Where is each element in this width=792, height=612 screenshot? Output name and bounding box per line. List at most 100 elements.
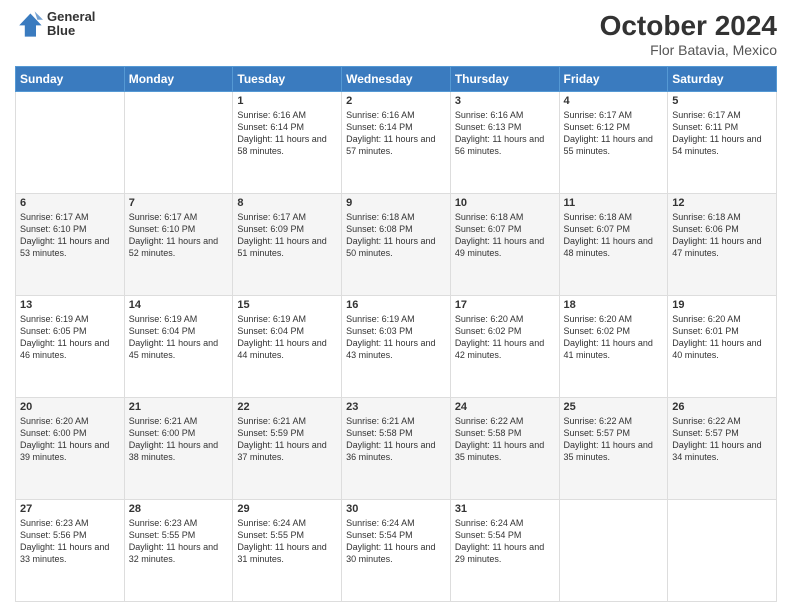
day-number: 31 [455,503,555,515]
calendar-cell: 2 Sunrise: 6:16 AM Sunset: 6:14 PM Daylig… [342,92,451,194]
day-info: Sunrise: 6:21 AM Sunset: 6:00 PM Dayligh… [129,415,229,464]
calendar-cell: 16 Sunrise: 6:19 AM Sunset: 6:03 PM Dayli… [342,296,451,398]
day-info: Sunrise: 6:19 AM Sunset: 6:04 PM Dayligh… [237,313,337,362]
page-container: General Blue October 2024 Flor Batavia, … [0,0,792,612]
calendar-week-row: 13 Sunrise: 6:19 AM Sunset: 6:05 PM Dayli… [16,296,777,398]
calendar-cell: 11 Sunrise: 6:18 AM Sunset: 6:07 PM Dayli… [559,194,668,296]
day-number: 4 [564,95,664,107]
day-number: 13 [20,299,120,311]
calendar-cell: 10Sunrise: 6:18 AM Sunset: 6:07 PM Dayli… [450,194,559,296]
day-number: 16 [346,299,446,311]
day-info: Sunrise: 6:19 AM Sunset: 6:03 PM Dayligh… [346,313,446,362]
day-number: 30 [346,503,446,515]
day-info: Sunrise: 6:16 AM Sunset: 6:14 PM Dayligh… [237,109,337,158]
calendar-cell [559,500,668,602]
day-number: 9 [346,197,446,209]
day-number: 29 [237,503,337,515]
day-info: Sunrise: 6:18 AM Sunset: 6:07 PM Dayligh… [564,211,664,260]
day-number: 25 [564,401,664,413]
day-info: Sunrise: 6:21 AM Sunset: 5:58 PM Dayligh… [346,415,446,464]
calendar-cell: 8 Sunrise: 6:17 AM Sunset: 6:09 PM Daylig… [233,194,342,296]
day-info: Sunrise: 6:16 AM Sunset: 6:13 PM Dayligh… [455,109,555,158]
day-info: Sunrise: 6:20 AM Sunset: 6:02 PM Dayligh… [564,313,664,362]
day-info: Sunrise: 6:18 AM Sunset: 6:06 PM Dayligh… [672,211,772,260]
logo: General Blue [15,10,95,39]
days-of-week-row: SundayMondayTuesdayWednesdayThursdayFrid… [16,67,777,92]
calendar-cell: 1Sunrise: 6:16 AM Sunset: 6:14 PM Daylig… [233,92,342,194]
calendar-cell: 15 Sunrise: 6:19 AM Sunset: 6:04 PM Dayli… [233,296,342,398]
day-number: 14 [129,299,229,311]
calendar-cell [668,500,777,602]
calendar-cell: 22 Sunrise: 6:21 AM Sunset: 5:59 PM Dayli… [233,398,342,500]
day-info: Sunrise: 6:21 AM Sunset: 5:59 PM Dayligh… [237,415,337,464]
calendar-week-row: 27Sunrise: 6:23 AM Sunset: 5:56 PM Dayli… [16,500,777,602]
calendar-body: 1Sunrise: 6:16 AM Sunset: 6:14 PM Daylig… [16,92,777,602]
day-info: Sunrise: 6:19 AM Sunset: 6:05 PM Dayligh… [20,313,120,362]
calendar-table: SundayMondayTuesdayWednesdayThursdayFrid… [15,66,777,602]
calendar-cell: 20 Sunrise: 6:20 AM Sunset: 6:00 PM Dayli… [16,398,125,500]
calendar-cell: 31 Sunrise: 6:24 AM Sunset: 5:54 PM Dayli… [450,500,559,602]
calendar-cell: 4 Sunrise: 6:17 AM Sunset: 6:12 PM Daylig… [559,92,668,194]
calendar-cell: 14 Sunrise: 6:19 AM Sunset: 6:04 PM Dayli… [124,296,233,398]
day-info: Sunrise: 6:22 AM Sunset: 5:57 PM Dayligh… [564,415,664,464]
calendar-cell: 29Sunrise: 6:24 AM Sunset: 5:55 PM Dayli… [233,500,342,602]
day-of-week-header: Saturday [668,67,777,92]
day-info: Sunrise: 6:18 AM Sunset: 6:08 PM Dayligh… [346,211,446,260]
calendar-cell [124,92,233,194]
calendar-cell: 12 Sunrise: 6:18 AM Sunset: 6:06 PM Dayli… [668,194,777,296]
day-info: Sunrise: 6:22 AM Sunset: 5:58 PM Dayligh… [455,415,555,464]
calendar-cell: 13 Sunrise: 6:19 AM Sunset: 6:05 PM Dayli… [16,296,125,398]
title-block: October 2024 Flor Batavia, Mexico [600,10,777,58]
day-info: Sunrise: 6:19 AM Sunset: 6:04 PM Dayligh… [129,313,229,362]
day-of-week-header: Friday [559,67,668,92]
day-info: Sunrise: 6:17 AM Sunset: 6:10 PM Dayligh… [129,211,229,260]
day-number: 12 [672,197,772,209]
calendar-cell: 3Sunrise: 6:16 AM Sunset: 6:13 PM Daylig… [450,92,559,194]
day-number: 17 [455,299,555,311]
day-number: 21 [129,401,229,413]
calendar-week-row: 6Sunrise: 6:17 AM Sunset: 6:10 PM Daylig… [16,194,777,296]
day-of-week-header: Monday [124,67,233,92]
day-number: 15 [237,299,337,311]
day-info: Sunrise: 6:20 AM Sunset: 6:02 PM Dayligh… [455,313,555,362]
day-of-week-header: Sunday [16,67,125,92]
calendar-cell: 25 Sunrise: 6:22 AM Sunset: 5:57 PM Dayli… [559,398,668,500]
logo-line1: General [47,10,95,24]
calendar-title: October 2024 [600,10,777,42]
day-number: 24 [455,401,555,413]
day-number: 7 [129,197,229,209]
calendar-subtitle: Flor Batavia, Mexico [600,42,777,58]
day-info: Sunrise: 6:24 AM Sunset: 5:54 PM Dayligh… [455,517,555,566]
calendar-cell: 6Sunrise: 6:17 AM Sunset: 6:10 PM Daylig… [16,194,125,296]
day-of-week-header: Tuesday [233,67,342,92]
day-number: 19 [672,299,772,311]
day-info: Sunrise: 6:17 AM Sunset: 6:09 PM Dayligh… [237,211,337,260]
calendar-header: SundayMondayTuesdayWednesdayThursdayFrid… [16,67,777,92]
day-number: 28 [129,503,229,515]
calendar-cell: 7 Sunrise: 6:17 AM Sunset: 6:10 PM Daylig… [124,194,233,296]
calendar-cell: 17 Sunrise: 6:20 AM Sunset: 6:02 PM Dayli… [450,296,559,398]
day-number: 11 [564,197,664,209]
day-number: 27 [20,503,120,515]
calendar-cell: 24 Sunrise: 6:22 AM Sunset: 5:58 PM Dayli… [450,398,559,500]
logo-icon [15,10,43,38]
calendar-cell [16,92,125,194]
calendar-cell: 18 Sunrise: 6:20 AM Sunset: 6:02 PM Dayli… [559,296,668,398]
calendar-cell: 28 Sunrise: 6:23 AM Sunset: 5:55 PM Dayli… [124,500,233,602]
day-info: Sunrise: 6:24 AM Sunset: 5:54 PM Dayligh… [346,517,446,566]
calendar-cell: 26Sunrise: 6:22 AM Sunset: 5:57 PM Dayli… [668,398,777,500]
day-info: Sunrise: 6:20 AM Sunset: 6:01 PM Dayligh… [672,313,772,362]
day-info: Sunrise: 6:23 AM Sunset: 5:55 PM Dayligh… [129,517,229,566]
day-info: Sunrise: 6:17 AM Sunset: 6:12 PM Dayligh… [564,109,664,158]
header: General Blue October 2024 Flor Batavia, … [15,10,777,58]
day-info: Sunrise: 6:16 AM Sunset: 6:14 PM Dayligh… [346,109,446,158]
day-number: 2 [346,95,446,107]
calendar-cell: 5Sunrise: 6:17 AM Sunset: 6:11 PM Daylig… [668,92,777,194]
day-number: 20 [20,401,120,413]
calendar-cell: 9 Sunrise: 6:18 AM Sunset: 6:08 PM Daylig… [342,194,451,296]
day-number: 18 [564,299,664,311]
day-number: 22 [237,401,337,413]
day-number: 8 [237,197,337,209]
day-number: 23 [346,401,446,413]
day-info: Sunrise: 6:20 AM Sunset: 6:00 PM Dayligh… [20,415,120,464]
